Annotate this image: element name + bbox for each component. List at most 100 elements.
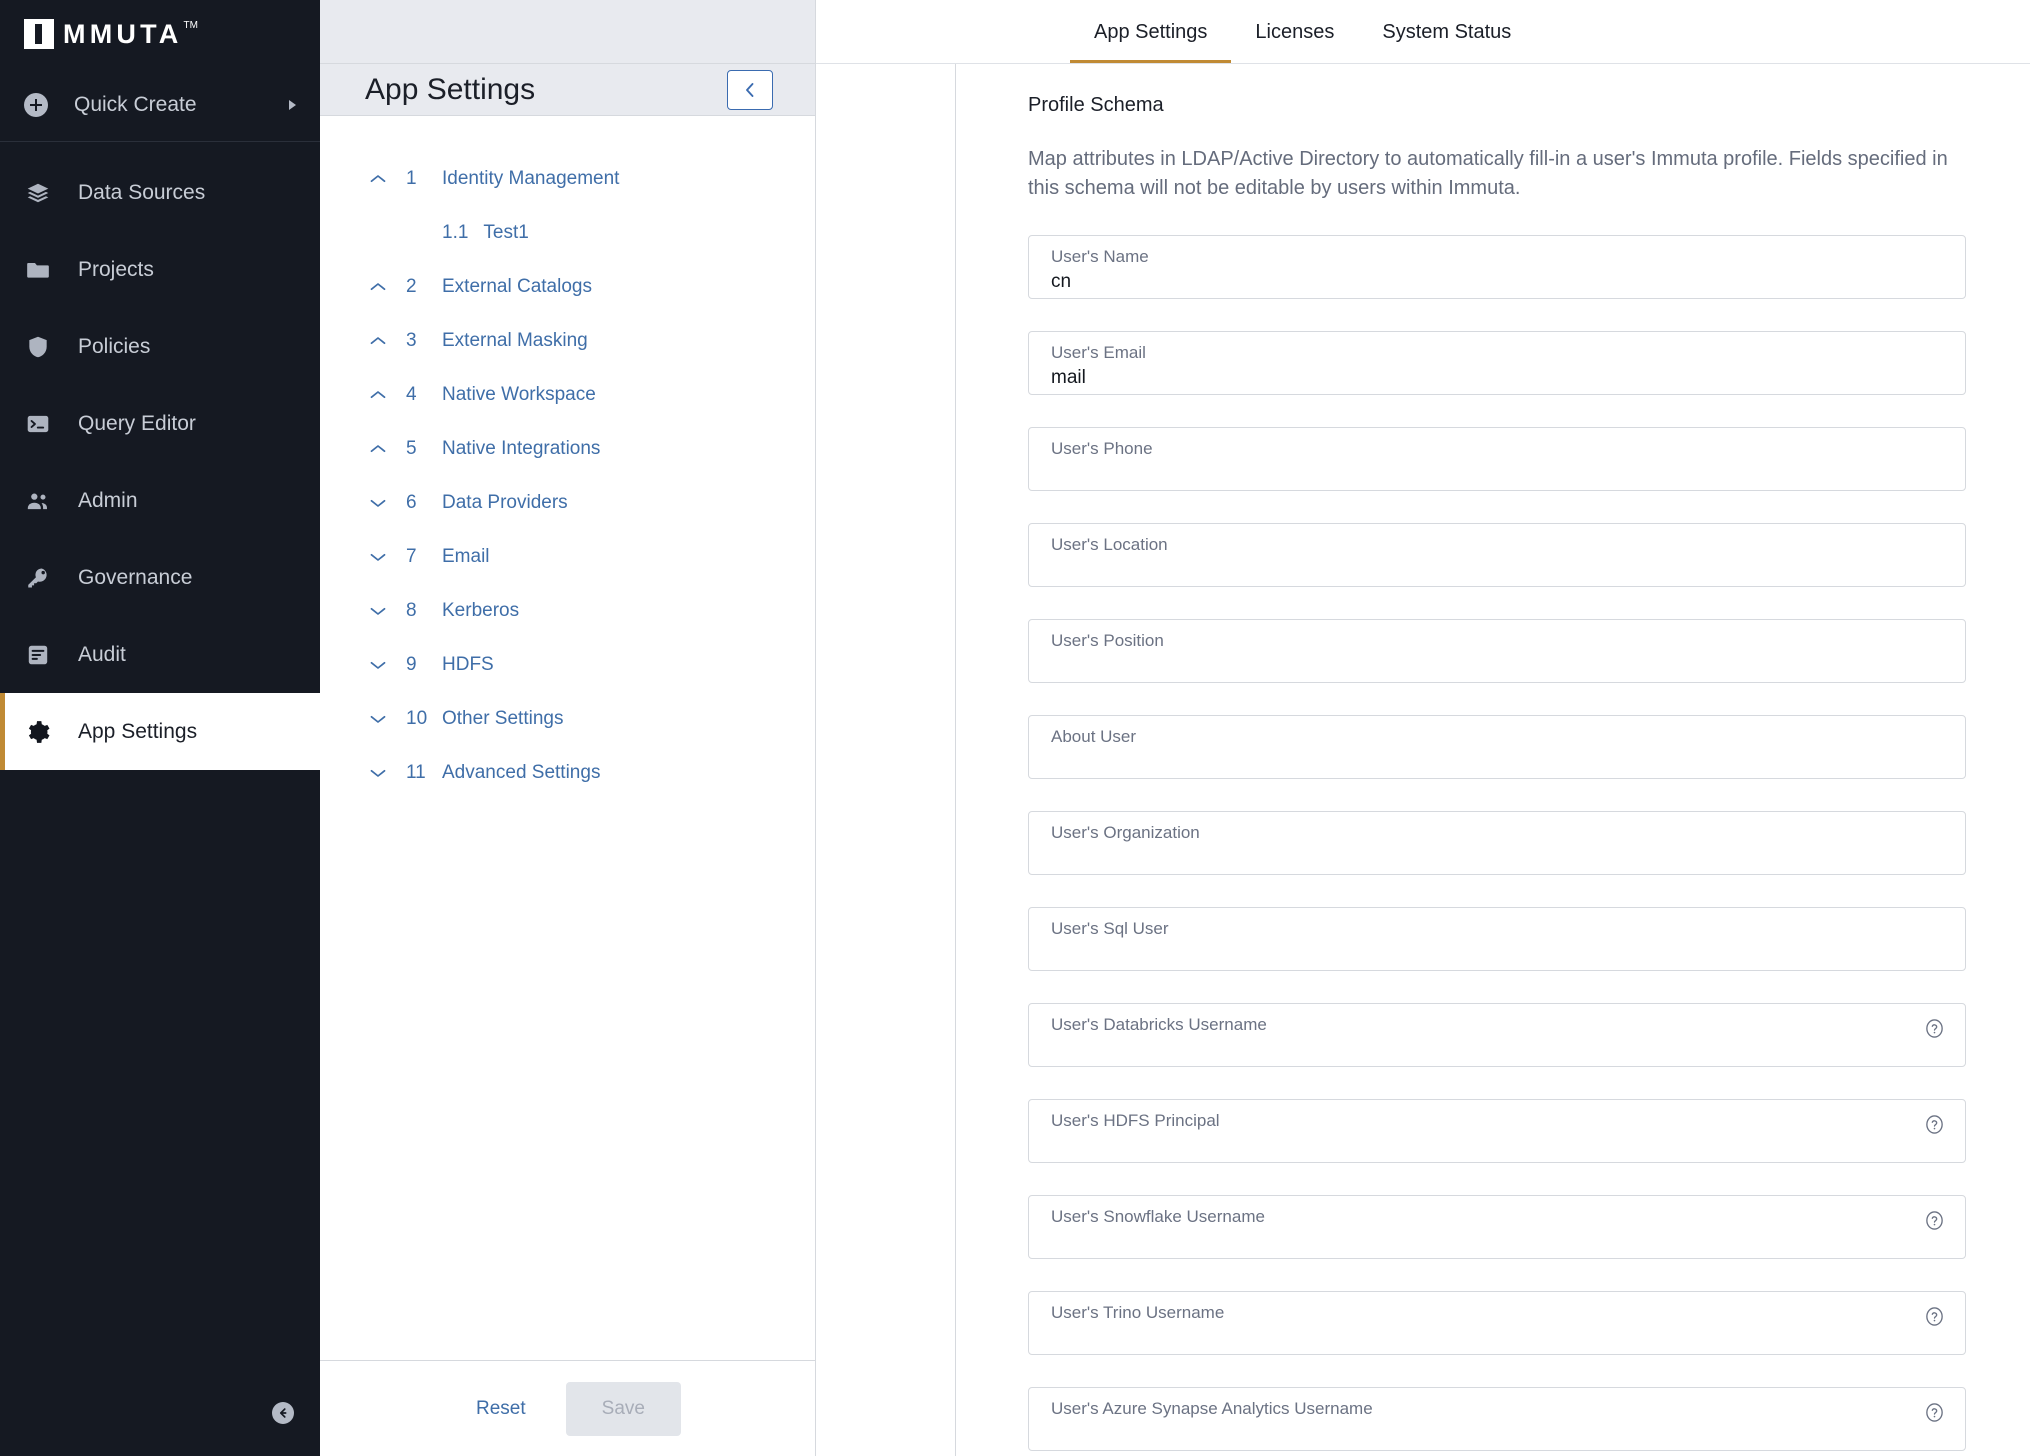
chevron-up-icon	[366, 281, 390, 293]
sidebar-item-policies[interactable]: Policies	[0, 308, 320, 385]
save-button[interactable]: Save	[565, 1381, 681, 1436]
settings-section-kerberos[interactable]: 8 Kerberos	[320, 584, 815, 638]
section-label: Other Settings	[442, 708, 564, 729]
field-label: User's Location	[1051, 535, 1168, 554]
field-users-sql-user[interactable]: User's Sql User	[1028, 907, 1966, 971]
help-circle-icon[interactable]	[1924, 1210, 1945, 1231]
field-label: User's Trino Username	[1051, 1303, 1225, 1322]
field-users-hdfs-principal[interactable]: User's HDFS Principal	[1028, 1099, 1966, 1163]
gear-icon	[24, 719, 52, 745]
tab-system-status[interactable]: System Status	[1358, 21, 1535, 63]
settings-section-external-masking[interactable]: 3 External Masking	[320, 314, 815, 368]
sidebar-item-admin[interactable]: Admin	[0, 462, 320, 539]
section-label: Data Providers	[442, 492, 568, 513]
sidebar-item-data-sources[interactable]: Data Sources	[0, 154, 320, 231]
help-circle-icon[interactable]	[1924, 1018, 1945, 1039]
help-circle-icon[interactable]	[1924, 1306, 1945, 1327]
help-circle-icon[interactable]	[1924, 1402, 1945, 1423]
page-title: App Settings	[365, 72, 536, 106]
field-users-organization[interactable]: User's Organization	[1028, 811, 1966, 875]
panel-collapse-button[interactable]	[727, 69, 773, 110]
settings-section-advanced-settings[interactable]: 11 Advanced Settings	[320, 746, 815, 800]
terminal-icon	[24, 411, 52, 437]
tab-licenses[interactable]: Licenses	[1231, 21, 1358, 63]
section-number: 2	[406, 276, 417, 297]
reset-button[interactable]: Reset	[454, 1384, 548, 1434]
sidebar-item-projects[interactable]: Projects	[0, 231, 320, 308]
caret-right-icon	[289, 99, 296, 110]
settings-section-hdfs[interactable]: 9 HDFS	[320, 638, 815, 692]
settings-section-native-workspace[interactable]: 4 Native Workspace	[320, 368, 815, 422]
quick-create-button[interactable]: Quick Create	[0, 68, 320, 142]
section-number: 3	[406, 330, 417, 351]
sidebar-collapse-button[interactable]	[272, 1402, 294, 1424]
sidebar-item-governance[interactable]: Governance	[0, 539, 320, 616]
key-icon	[24, 565, 52, 591]
section-heading: Profile Schema	[1028, 94, 1164, 116]
field-users-snowflake-username[interactable]: User's Snowflake Username	[1028, 1195, 1966, 1259]
settings-panel-header: App Settings	[320, 64, 815, 116]
section-number: 10	[406, 708, 428, 729]
settings-section-data-providers[interactable]: 6 Data Providers	[320, 476, 815, 530]
sidebar-item-audit[interactable]: Audit	[0, 616, 320, 693]
sidebar-item-label: Audit	[78, 642, 126, 666]
settings-section-email[interactable]: 7 Email	[320, 530, 815, 584]
field-label: User's HDFS Principal	[1051, 1111, 1220, 1130]
chevron-down-icon	[366, 605, 390, 617]
section-description: Map attributes in LDAP/Active Directory …	[1028, 148, 1948, 199]
field-users-databricks-username[interactable]: User's Databricks Username	[1028, 1003, 1966, 1067]
help-circle-icon[interactable]	[1924, 1114, 1945, 1135]
field-label: User's Organization	[1051, 823, 1200, 842]
field-users-name[interactable]: User's Name cn	[1028, 235, 1966, 299]
field-users-email[interactable]: User's Email mail	[1028, 331, 1966, 395]
field-label: User's Phone	[1051, 439, 1153, 458]
field-label: User's Azure Synapse Analytics Username	[1051, 1399, 1373, 1418]
section-label: External Catalogs	[442, 276, 592, 297]
main-content: App Settings Licenses System Status Prof…	[816, 0, 2030, 1456]
field-about-user[interactable]: About User	[1028, 715, 1966, 779]
section-number: 5	[406, 438, 417, 459]
settings-section-native-integrations[interactable]: 5 Native Integrations	[320, 422, 815, 476]
sidebar-item-label: Governance	[78, 565, 193, 589]
section-label: Identity Management	[442, 168, 620, 189]
field-label: User's Sql User	[1051, 919, 1169, 938]
tab-app-settings[interactable]: App Settings	[1070, 21, 1232, 63]
section-number: 9	[406, 654, 417, 675]
field-users-position[interactable]: User's Position	[1028, 619, 1966, 683]
folder-icon	[24, 257, 52, 283]
sidebar-item-label: Admin	[78, 488, 138, 512]
field-users-trino-username[interactable]: User's Trino Username	[1028, 1291, 1966, 1355]
section-label: Native Integrations	[442, 438, 601, 459]
field-value: cn	[1051, 271, 1072, 292]
immuta-logo-icon	[24, 19, 54, 49]
chevron-down-icon	[366, 551, 390, 563]
settings-section-identity-management[interactable]: 1 Identity Management	[320, 152, 815, 206]
settings-section-other-settings[interactable]: 10 Other Settings	[320, 692, 815, 746]
settings-subsection-test1[interactable]: 1.1 Test1	[320, 206, 815, 260]
field-label: User's Email	[1051, 343, 1146, 362]
settings-section-external-catalogs[interactable]: 2 External Catalogs	[320, 260, 815, 314]
sidebar-item-app-settings[interactable]: App Settings	[0, 693, 320, 770]
field-users-azure-synapse-analytics-username[interactable]: User's Azure Synapse Analytics Username	[1028, 1387, 1966, 1451]
top-tab-bar: App Settings Licenses System Status	[816, 0, 2030, 64]
plus-circle-icon	[24, 92, 48, 117]
users-icon	[24, 488, 52, 514]
sidebar-item-query-editor[interactable]: Query Editor	[0, 385, 320, 462]
field-users-phone[interactable]: User's Phone	[1028, 427, 1966, 491]
brand-logo[interactable]: MMUTA TM	[0, 0, 320, 68]
chevron-down-icon	[366, 713, 390, 725]
quick-create-label: Quick Create	[74, 92, 197, 116]
section-number: 4	[406, 384, 417, 405]
field-users-location[interactable]: User's Location	[1028, 523, 1966, 587]
chevron-down-icon	[366, 497, 390, 509]
chevron-left-icon	[746, 82, 754, 97]
section-number: 11	[406, 762, 426, 783]
section-label: Advanced Settings	[442, 762, 601, 783]
subsection-label: Test1	[483, 222, 529, 243]
app-root: MMUTA TM Quick Create Data Sources Proje…	[0, 0, 2030, 1456]
settings-nav-panel: App Settings 1 Identity Management 1.1 T…	[320, 0, 816, 1456]
chevron-up-icon	[366, 443, 390, 455]
section-label: External Masking	[442, 330, 588, 351]
chevron-up-icon	[366, 389, 390, 401]
section-number: 8	[406, 600, 417, 621]
